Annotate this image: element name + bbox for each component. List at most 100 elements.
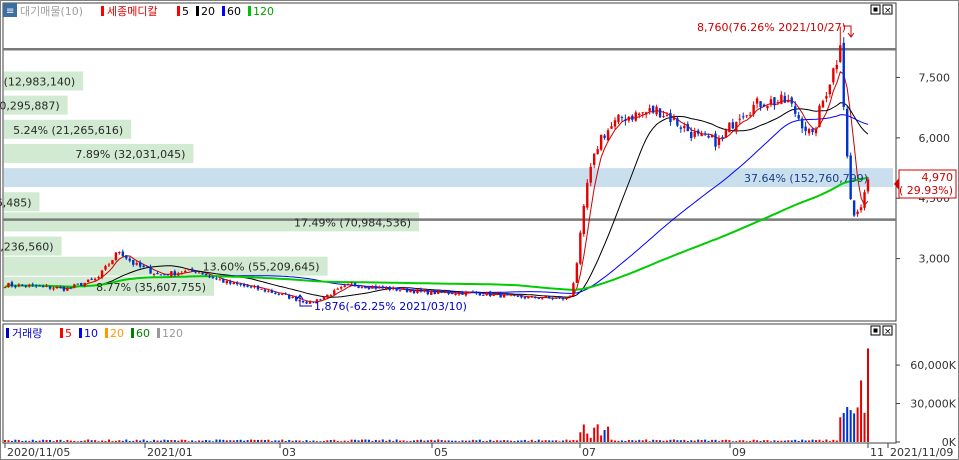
candle-body (575, 263, 579, 283)
volume-bar (201, 440, 204, 442)
candle-body (599, 134, 603, 150)
candle-body (516, 295, 520, 297)
candle-body (229, 281, 232, 284)
date-tick-label: 05 (434, 446, 448, 459)
volume-bar (478, 439, 481, 442)
volume-bar (357, 440, 360, 442)
candle-body (55, 287, 59, 289)
volume-bar (378, 440, 381, 442)
candle-body (443, 292, 447, 294)
candle-body (641, 112, 644, 114)
volume-bar (548, 440, 551, 442)
candle-body (430, 290, 433, 295)
current-price-box: 4,970 ( 29.93%) (894, 169, 957, 199)
candle-body (475, 292, 478, 294)
volume-ma-legend-swatch (79, 328, 82, 338)
candle-body (624, 119, 627, 121)
candle-body (378, 286, 381, 289)
volume-bar (156, 440, 159, 442)
candle-body (364, 286, 367, 289)
candle-body (288, 294, 291, 299)
volume-bar (194, 441, 197, 442)
current-price: 4,970 (922, 171, 954, 184)
volume-bar (527, 441, 530, 442)
candle-body (3, 287, 7, 289)
volume-bar (662, 440, 665, 442)
volume-bar (756, 440, 759, 442)
volume-bar (766, 440, 769, 442)
volume-bar (523, 439, 526, 442)
candle-body (603, 135, 606, 138)
candle-body (513, 294, 516, 296)
volume-bar (409, 440, 412, 442)
volume-bar (62, 441, 65, 442)
candle-body (121, 251, 125, 257)
volume-bar (430, 439, 433, 442)
volume-bar (492, 440, 495, 442)
volume-bar (132, 440, 135, 442)
candle-body (735, 121, 738, 131)
volume-bar (180, 439, 183, 442)
candle-body (322, 296, 326, 300)
volume-bar (7, 440, 10, 442)
volume-bar (659, 440, 662, 442)
candle-body (464, 291, 468, 296)
volume-profile-label: 37.64% (152,760,799) (744, 172, 868, 185)
candle-body (180, 273, 183, 275)
volume-bar (832, 439, 835, 442)
candle-body (696, 130, 700, 134)
volume-bar (426, 440, 429, 442)
ma-legend-swatch (222, 6, 225, 16)
volume-bar (496, 440, 499, 442)
volume-tick-label: 30,000K (910, 398, 956, 411)
candle-body (177, 273, 180, 276)
volume-bar (440, 440, 443, 442)
volume-bar (780, 440, 783, 442)
volume-bar (159, 440, 162, 442)
volume-bar (107, 439, 110, 442)
volume-bar (683, 439, 686, 442)
price-tick-label: 6,000 (919, 132, 951, 145)
candle-body (825, 96, 828, 99)
candle-body (724, 130, 728, 138)
candle-body (305, 301, 308, 304)
candle-body (742, 116, 745, 118)
date-tick-label: 09 (732, 446, 746, 459)
volume-bar (711, 439, 714, 442)
candle-body (554, 297, 558, 299)
candle-body (34, 285, 38, 287)
volume-ma-legend-label: 120 (162, 327, 183, 340)
candle-body (374, 286, 378, 289)
volume-bar (506, 440, 509, 442)
candle-body (225, 280, 229, 284)
candle-body (856, 211, 859, 215)
candle-body (828, 84, 832, 95)
candle-body (762, 104, 766, 107)
candle-body (859, 207, 863, 211)
volume-bar (385, 440, 388, 442)
volume-bar (600, 435, 603, 442)
volume-bar (225, 440, 228, 442)
ma-legend-label: 120 (253, 5, 274, 18)
volume-bar (250, 439, 253, 442)
volume-bar (499, 440, 502, 442)
date-tick-label: 2021/01 (147, 446, 193, 459)
volume-bar (482, 441, 485, 442)
volume-bar (350, 439, 353, 442)
candle-body (755, 98, 759, 104)
volume-bar (461, 440, 464, 442)
volume-bar (416, 439, 419, 442)
candle-body (433, 290, 436, 295)
volume-bar (333, 439, 336, 442)
candle-body (800, 118, 804, 129)
ma-title: 대기매물(10) (20, 5, 83, 18)
volume-bar (340, 441, 343, 442)
candle-body (561, 298, 565, 300)
chart-canvas: 3.20% (12,983,140) 2.54% (10,295,887) 5.24… (0, 0, 959, 460)
candle-body (769, 99, 773, 105)
candle-body (579, 232, 582, 264)
volume-bar (534, 441, 537, 442)
volume-bar (745, 441, 748, 442)
candle-body (690, 131, 693, 138)
candle-body (132, 260, 135, 265)
